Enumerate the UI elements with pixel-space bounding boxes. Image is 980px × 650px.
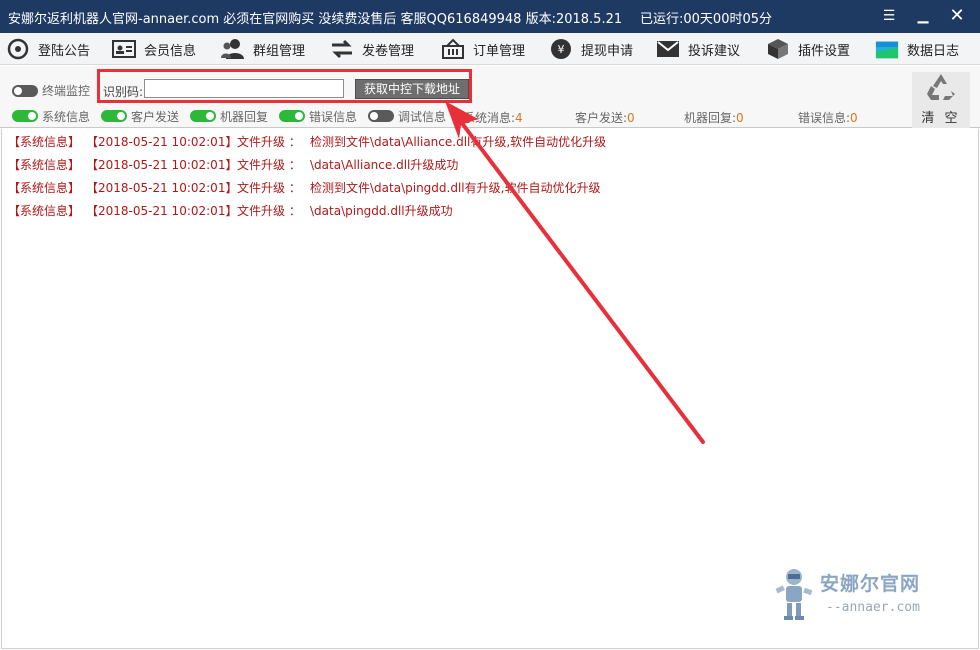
runtime-text: 已运行:00天00时05分	[640, 12, 773, 27]
data-log-icon	[875, 37, 899, 61]
stat-robot-reply: 机器回复:0	[684, 109, 744, 126]
watermark-name: 安娜尔官网	[820, 573, 921, 595]
menu-item-login-notice[interactable]: 登陆公告	[6, 33, 90, 65]
menu-label: 会员信息	[144, 43, 197, 59]
menu-label: 投诉建议	[688, 43, 741, 59]
log-message: \data\pingdd.dll升级成功	[310, 204, 453, 218]
get-download-url-button[interactable]: 获取中控下载地址	[355, 79, 469, 99]
title-bar: 安娜尔返利机器人官网-annaer.com 必须在官网购买 没续费没售后 客服Q…	[0, 0, 980, 33]
menu-item-withdraw-request[interactable]: ¥ 提现申请	[549, 33, 633, 65]
log-type: 【系统信息】	[8, 135, 81, 149]
log-message: 检测到文件\data\pingdd.dll有升级,软件自动优化升级	[310, 181, 601, 195]
menu-label: 数据日志	[907, 43, 960, 59]
clear-label: 清 空	[921, 111, 961, 126]
id-code-label: 识别码:	[103, 85, 144, 99]
stat-label: 系统消息:	[463, 111, 516, 125]
menu-label: 登陆公告	[38, 43, 91, 59]
system-info-toggle[interactable]	[12, 110, 38, 122]
debug-info-label: 调试信息	[398, 109, 447, 124]
stat-count: 0	[850, 111, 858, 125]
filter-robot-reply[interactable]: 机器回复	[190, 109, 269, 124]
log-type: 【系统信息】	[8, 204, 81, 218]
member-card-icon	[112, 37, 136, 61]
robot-reply-toggle[interactable]	[190, 110, 216, 122]
log-time: 【2018-05-21 10:02:01】	[86, 135, 238, 149]
log-category: 文件升级 ：	[237, 158, 301, 172]
customer-send-toggle[interactable]	[101, 110, 127, 122]
error-info-toggle[interactable]	[279, 110, 305, 122]
menu-item-coupon-management[interactable]: 发卷管理	[330, 33, 414, 65]
cube-icon	[766, 37, 790, 61]
mail-icon	[656, 37, 680, 61]
robot-reply-label: 机器回复	[220, 109, 269, 124]
menu-item-order-management[interactable]: 订单管理	[441, 33, 525, 65]
watermark: 安娜尔官网 --annaer.com	[770, 567, 940, 623]
log-time: 【2018-05-21 10:02:01】	[86, 158, 238, 172]
menu-item-plugin-settings[interactable]: 插件设置	[766, 33, 850, 65]
stat-error-info: 错误信息:0	[798, 109, 858, 126]
basket-icon	[441, 37, 465, 61]
log-message: 检测到文件\data\Alliance.dll有升级,软件自动优化升级	[310, 135, 607, 149]
menu-item-data-log[interactable]: 数据日志	[875, 33, 959, 65]
filter-system-info[interactable]: 系统信息	[12, 109, 91, 124]
recycle-icon	[925, 72, 957, 105]
terminal-monitor-toggle-group[interactable]: 终端监控	[12, 82, 90, 99]
log-category: 文件升级 ：	[237, 135, 301, 149]
stat-count: 4	[515, 111, 523, 125]
log-time: 【2018-05-21 10:02:01】	[86, 181, 238, 195]
close-button[interactable]: ✕	[944, 4, 970, 28]
stat-label: 客户发送:	[575, 111, 628, 125]
filter-error-info[interactable]: 错误信息	[279, 109, 358, 124]
log-row: 【系统信息】 【2018-05-21 10:02:01】 文件升级 ： 检测到文…	[8, 179, 600, 197]
stat-system-messages: 系统消息:4	[463, 109, 523, 126]
yen-coin-icon: ¥	[549, 37, 573, 61]
debug-info-toggle[interactable]	[368, 110, 394, 122]
robot-mascot-icon	[775, 569, 813, 620]
log-type: 【系统信息】	[8, 158, 81, 172]
stat-label: 错误信息:	[798, 111, 851, 125]
clear-button[interactable]: 清 空	[912, 72, 970, 128]
system-info-label: 系统信息	[42, 109, 91, 124]
window-title: 安娜尔返利机器人官网-annaer.com 必须在官网购买 没续费没售后 客服Q…	[8, 12, 623, 27]
login-icon	[6, 37, 30, 61]
window-menu-button[interactable]: ☰	[876, 4, 902, 28]
terminal-monitor-toggle[interactable]	[12, 84, 38, 97]
log-time: 【2018-05-21 10:02:01】	[86, 204, 238, 218]
menu-item-complaint-suggestion[interactable]: 投诉建议	[656, 33, 740, 65]
exchange-arrows-icon	[330, 37, 354, 61]
log-type: 【系统信息】	[8, 181, 81, 195]
log-message: \data\Alliance.dll升级成功	[310, 158, 459, 172]
menu-item-member-info[interactable]: 会员信息	[112, 33, 196, 65]
log-category: 文件升级 ：	[237, 181, 301, 195]
stat-count: 0	[627, 111, 635, 125]
error-info-label: 错误信息	[309, 109, 358, 124]
terminal-monitor-label: 终端监控	[42, 84, 91, 98]
group-icon	[221, 37, 245, 61]
stat-count: 0	[736, 111, 744, 125]
stat-customer-send: 客户发送:0	[575, 109, 635, 126]
log-row: 【系统信息】 【2018-05-21 10:02:01】 文件升级 ： 检测到文…	[8, 133, 606, 151]
menu-label: 订单管理	[473, 43, 526, 59]
menu-label: 发卷管理	[362, 43, 415, 59]
log-category: 文件升级 ：	[237, 204, 301, 218]
customer-send-label: 客户发送	[131, 109, 180, 124]
filter-customer-send[interactable]: 客户发送	[101, 109, 180, 124]
menu-label: 群组管理	[253, 43, 306, 59]
watermark-url: --annaer.com	[826, 600, 920, 615]
svg-text:¥: ¥	[558, 43, 565, 56]
menu-label: 提现申请	[581, 43, 634, 59]
log-row: 【系统信息】 【2018-05-21 10:02:01】 文件升级 ： \dat…	[8, 156, 458, 174]
id-code-input[interactable]	[144, 79, 344, 98]
main-menu-bar: 登陆公告 会员信息 群组管理 发卷管理 订单管理 ¥ 提现申请 投诉建议 插件设…	[0, 33, 980, 65]
minimize-button[interactable]: ▁	[910, 4, 936, 28]
filter-debug-info[interactable]: 调试信息	[368, 109, 447, 124]
log-row: 【系统信息】 【2018-05-21 10:02:01】 文件升级 ： \dat…	[8, 202, 453, 220]
menu-label: 插件设置	[798, 43, 851, 59]
stat-label: 机器回复:	[684, 111, 737, 125]
menu-item-group-management[interactable]: 群组管理	[221, 33, 305, 65]
